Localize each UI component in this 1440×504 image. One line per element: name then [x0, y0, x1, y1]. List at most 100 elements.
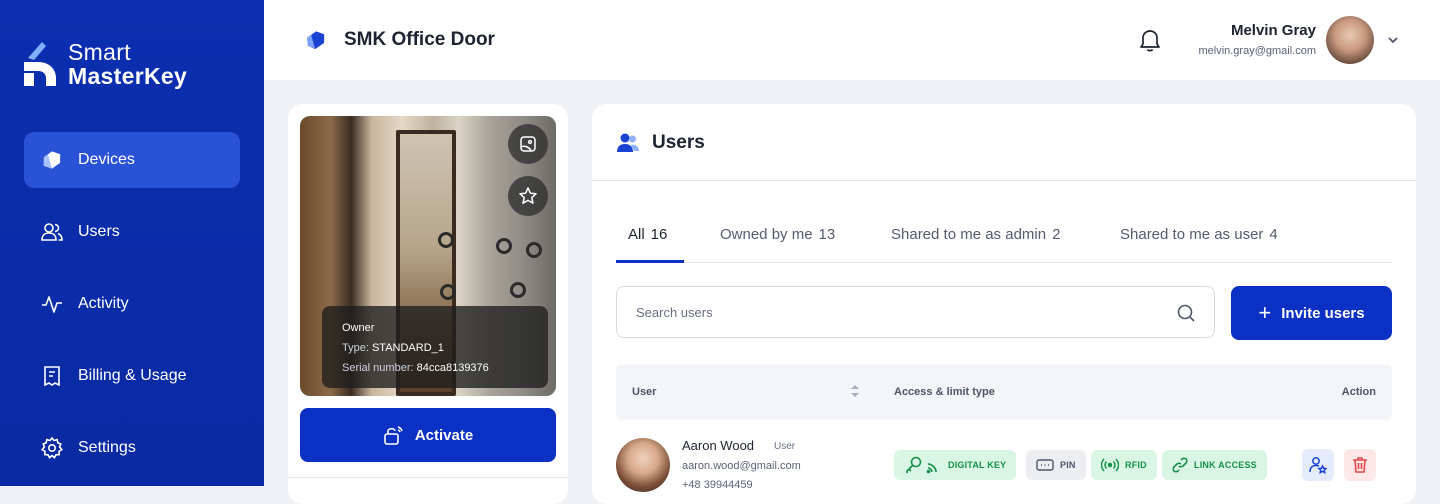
chevron-down-icon[interactable]: [1386, 33, 1400, 47]
tab-count: 16: [650, 226, 668, 243]
unlock-icon: [384, 426, 403, 445]
user-email: melvin.gray@gmail.com: [1198, 45, 1316, 57]
tab-owned-by-me[interactable]: Owned by me 13: [720, 226, 835, 243]
device-title: SMK Office Door: [344, 29, 495, 50]
glass-marker: [526, 242, 542, 258]
search-icon[interactable]: [1176, 303, 1196, 323]
search-input[interactable]: [618, 288, 1158, 336]
key-icon: [906, 456, 937, 474]
invite-users-button[interactable]: + Invite users: [1231, 286, 1392, 340]
device-card: Owner Type: STANDARD_1 Serial number: 84…: [288, 104, 568, 504]
plus-icon: +: [1258, 300, 1272, 325]
users-icon: [617, 133, 639, 152]
activate-label: Activate: [414, 426, 474, 444]
gear-icon: [41, 436, 63, 459]
avatar: [616, 438, 670, 492]
serial-label: Serial number:: [342, 362, 414, 374]
tab-count: 4: [1269, 226, 1278, 243]
bell-icon[interactable]: [1138, 27, 1162, 53]
user-role: User: [774, 441, 796, 452]
glass-marker: [496, 238, 512, 254]
search-box: [616, 286, 1215, 338]
tab-shared-as-user[interactable]: Shared to me as user 4: [1120, 226, 1278, 243]
change-photo-button[interactable]: [508, 124, 548, 164]
tab-shared-as-admin[interactable]: Shared to me as admin 2: [891, 226, 1060, 243]
brand-logo[interactable]: Smart MasterKey: [24, 40, 187, 88]
link-icon: [1172, 457, 1188, 473]
sidebar: Smart MasterKey Devices Users Activity B…: [0, 0, 264, 486]
user-tabs: All 16 Owned by me 13 Shared to me as admi…: [616, 212, 1392, 263]
users-icon: [41, 223, 63, 241]
activity-icon: [42, 296, 62, 313]
glass-marker: [440, 284, 456, 300]
column-access: Access & limit type: [894, 386, 995, 398]
avatar[interactable]: [1326, 16, 1374, 64]
sidebar-item-activity[interactable]: Activity: [24, 276, 240, 332]
badge-digital-key: DIGITAL KEY: [894, 450, 1017, 480]
top-header: SMK Office Door Melvin Gray melvin.gray@…: [264, 0, 1440, 80]
sidebar-item-users[interactable]: Users: [24, 204, 240, 260]
table-row: Aaron Wood User aaron.wood@gmail.com +48…: [616, 434, 1392, 494]
serial-value: 84cca8139376: [416, 362, 489, 374]
sidebar-item-devices[interactable]: Devices: [24, 132, 240, 188]
sidebar-item-label: Devices: [78, 151, 135, 168]
type-label: Type:: [342, 342, 369, 354]
tab-all[interactable]: All 16: [628, 226, 667, 243]
sidebar-item-label: Users: [78, 223, 120, 240]
tab-label: Shared to me as admin: [891, 226, 1047, 243]
tab-label: Shared to me as user: [1120, 226, 1264, 243]
user-name: Aaron Wood: [682, 438, 755, 453]
sidebar-item-settings[interactable]: Settings: [24, 420, 240, 476]
badge-link-access: LINK ACCESS: [1162, 450, 1267, 480]
sidebar-nav: Devices Users Activity Billing & Usage S…: [24, 132, 240, 492]
activate-button[interactable]: Activate: [300, 408, 556, 462]
glass-marker: [510, 282, 526, 298]
sidebar-item-label: Settings: [78, 439, 136, 456]
type-value: STANDARD_1: [371, 342, 444, 354]
device-photo: Owner Type: STANDARD_1 Serial number: 84…: [300, 116, 556, 396]
device-icon: [307, 31, 325, 50]
edit-user-button[interactable]: [1302, 449, 1334, 481]
glass-marker: [438, 232, 454, 248]
divider: [592, 180, 1416, 181]
brand-line-2: MasterKey: [68, 63, 188, 89]
tab-count: 2: [1052, 226, 1061, 243]
trash-icon: [1353, 457, 1367, 473]
user-phone: +48 39944459: [682, 479, 753, 491]
rfid-icon: [1101, 458, 1119, 472]
column-user[interactable]: User: [632, 386, 656, 398]
logo-icon: [24, 42, 56, 86]
badge-label: DIGITAL KEY: [948, 460, 1007, 470]
favorite-button[interactable]: [508, 176, 548, 216]
sidebar-item-label: Activity: [78, 295, 129, 312]
users-title: Users: [652, 132, 705, 153]
badge-label: RFID: [1125, 460, 1147, 470]
column-action: Action: [1341, 386, 1376, 398]
user-email: aaron.wood@gmail.com: [682, 460, 801, 472]
badge-pin: PIN: [1026, 450, 1086, 480]
user-settings-icon: [1309, 457, 1327, 474]
star-icon: [519, 187, 537, 204]
tab-label: Owned by me: [720, 226, 813, 243]
sort-icon[interactable]: [850, 384, 860, 398]
sidebar-item-label: Billing & Usage: [78, 367, 187, 384]
tab-label: All: [628, 226, 645, 243]
keypad-icon: [1036, 459, 1054, 471]
badge-rfid: RFID: [1091, 450, 1157, 480]
badge-label: PIN: [1060, 460, 1076, 470]
image-icon: [520, 136, 536, 152]
owner-label: Owner: [342, 322, 375, 334]
user-name: Melvin Gray: [1230, 22, 1316, 39]
users-panel: Users All 16 Owned by me 13 Shared to me a…: [592, 104, 1416, 504]
table-header: User Access & limit type Action: [616, 364, 1392, 420]
invite-label: Invite users: [1281, 304, 1365, 322]
tab-count: 13: [818, 226, 836, 243]
divider: [288, 477, 568, 478]
delete-user-button[interactable]: [1344, 449, 1376, 481]
brand-line-1: Smart: [68, 39, 131, 65]
sidebar-item-billing[interactable]: Billing & Usage: [24, 348, 240, 404]
billing-icon: [44, 366, 60, 387]
active-tab-indicator: [616, 260, 684, 263]
devices-icon: [43, 151, 61, 169]
device-info-box: Owner Type: STANDARD_1 Serial number: 84…: [322, 306, 548, 388]
